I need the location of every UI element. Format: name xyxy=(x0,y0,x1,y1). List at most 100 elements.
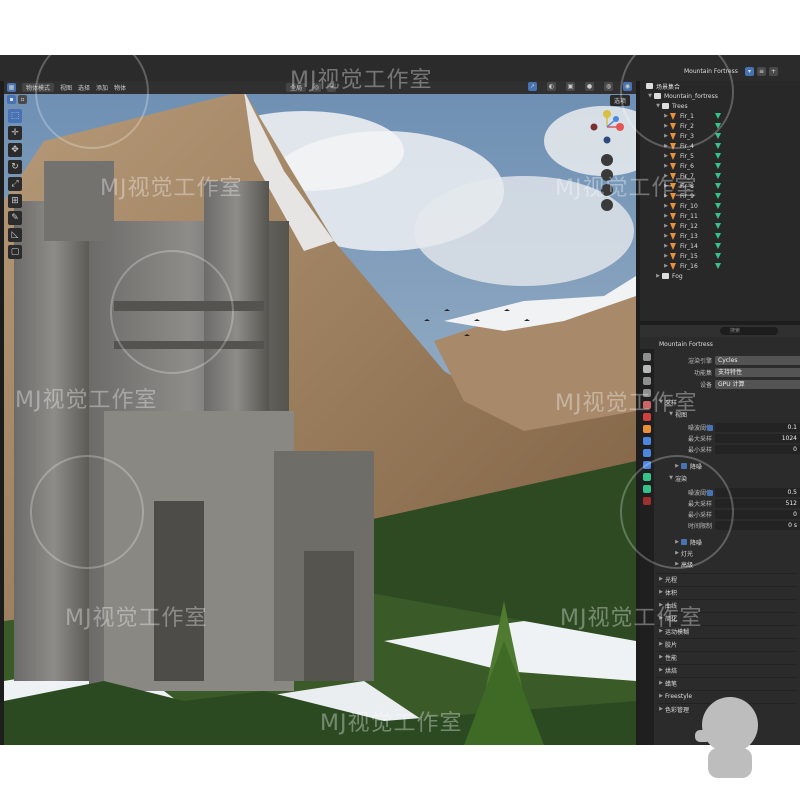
expand-icon[interactable]: ▶ xyxy=(662,193,670,199)
expand-icon[interactable]: ▶ xyxy=(662,243,670,249)
properties-panel-header[interactable]: ▶ 简化 xyxy=(657,612,797,623)
viewport-sampling-label: 视图 xyxy=(675,411,688,419)
expand-icon[interactable]: ▶ xyxy=(662,173,670,179)
feature-set-dropdown[interactable]: 支持特性 xyxy=(715,368,800,377)
visibility-icon[interactable] xyxy=(715,173,721,179)
outliner-tree-item[interactable]: ▶ Fir_10 xyxy=(640,201,800,211)
noise-threshold-checkbox[interactable] xyxy=(707,424,713,431)
viewport-max-samples-field[interactable]: 1024 xyxy=(715,434,800,443)
overlay-icon[interactable]: ◐ xyxy=(547,82,556,91)
properties-panel-header[interactable]: ▶ 胶片 xyxy=(657,638,797,649)
properties-panel-header[interactable]: ▶ 光程 xyxy=(657,573,797,584)
viewport-sampling-header[interactable]: ▼ 视图 xyxy=(667,409,800,419)
expand-icon[interactable]: ▶ xyxy=(662,153,670,159)
outliner-tree-item[interactable]: ▶ Fir_6 xyxy=(640,161,800,171)
tree-object-icon xyxy=(670,212,676,220)
expand-icon[interactable]: ▶ xyxy=(662,253,670,259)
visibility-icon[interactable] xyxy=(715,193,721,199)
snap-icon[interactable]: ⌖ xyxy=(327,83,337,92)
visibility-icon[interactable] xyxy=(715,133,721,139)
select-box-icon[interactable]: ⬚ xyxy=(8,109,22,123)
properties-panel-header[interactable]: ▶ 运动模糊 xyxy=(657,625,797,636)
outliner-tree-item[interactable]: ▶ Fir_16 xyxy=(640,261,800,271)
view-layer-tab-icon[interactable] xyxy=(643,389,651,397)
transform-orientation-dropdown[interactable]: 全局 xyxy=(286,83,307,92)
particles-tab-icon[interactable] xyxy=(643,449,651,457)
output-tab-icon[interactable] xyxy=(643,377,651,385)
outliner-tree-item[interactable]: ▶ Fir_15 xyxy=(640,251,800,261)
expand-icon[interactable]: ▶ xyxy=(662,233,670,239)
add-cube-icon[interactable]: ▢ xyxy=(8,245,22,259)
expand-icon[interactable]: ▶ xyxy=(654,273,662,279)
gizmo-toggle-icon[interactable]: ↗ xyxy=(528,82,537,91)
pivot-icon[interactable]: ◎ xyxy=(312,83,322,92)
expand-icon[interactable]: ▶ xyxy=(662,163,670,169)
object-tab-icon[interactable] xyxy=(643,425,651,433)
properties-panel-header[interactable]: ▶ 体积 xyxy=(657,586,797,597)
tree-object-label: Fir_10 xyxy=(680,202,698,210)
watermark-mascot-icon xyxy=(695,697,758,778)
render-engine-dropdown[interactable]: Cycles xyxy=(715,356,800,365)
device-dropdown[interactable]: GPU 计算 xyxy=(715,380,800,389)
properties-panel-header[interactable]: ▶ 烘焙 xyxy=(657,664,797,675)
visibility-icon[interactable] xyxy=(715,253,721,259)
visibility-icon[interactable] xyxy=(715,213,721,219)
filter-icon[interactable]: ▾ xyxy=(745,67,754,76)
sampling-panel-header[interactable]: ▼ 采样 xyxy=(657,397,797,407)
editor-type-icon[interactable]: ▦ xyxy=(7,83,16,92)
visibility-icon[interactable] xyxy=(715,243,721,249)
visibility-icon[interactable] xyxy=(715,183,721,189)
properties-panel-header[interactable]: ▶ 曲线 xyxy=(657,599,797,610)
xray-icon[interactable]: ▣ xyxy=(566,82,575,91)
visibility-icon[interactable] xyxy=(715,223,721,229)
move-icon[interactable]: ✥ xyxy=(8,143,22,157)
visibility-icon[interactable] xyxy=(715,263,721,269)
outliner-fog[interactable]: ▶ Fog xyxy=(640,271,800,281)
3d-viewport[interactable]: ▦ 物体模式 视图 选择 添加 物体 全局 ◎ ⌖ ↗ ◐ ▣ ● ◍ ◉ ▪ … xyxy=(4,81,636,745)
scene-tab-icon[interactable] xyxy=(643,401,651,409)
expand-icon[interactable]: ▶ xyxy=(662,213,670,219)
outliner-tree-item[interactable]: ▶ Fir_12 xyxy=(640,221,800,231)
cursor-icon[interactable]: ✛ xyxy=(8,126,22,140)
extend-mode-icon[interactable]: ▫ xyxy=(18,95,27,104)
expand-icon[interactable]: ▶ xyxy=(662,203,670,209)
transform-icon[interactable]: ⊞ xyxy=(8,194,22,208)
outliner-tree-item[interactable]: ▶ Fir_14 xyxy=(640,241,800,251)
measure-icon[interactable]: ◺ xyxy=(8,228,22,242)
outliner-tree-item[interactable]: ▶ Fir_11 xyxy=(640,211,800,221)
visibility-icon[interactable] xyxy=(715,233,721,239)
properties-panel-header[interactable]: ▶ 性能 xyxy=(657,651,797,662)
viewport-noise-threshold-field[interactable]: 0.1 xyxy=(715,423,800,432)
panel-label: 烘焙 xyxy=(665,667,678,675)
sampling-label: 采样 xyxy=(665,399,678,407)
tool-tab-icon[interactable] xyxy=(643,353,651,361)
visibility-icon[interactable] xyxy=(715,203,721,209)
rotate-icon[interactable]: ↻ xyxy=(8,160,22,174)
solid-shading-icon[interactable]: ● xyxy=(585,82,594,91)
material-shading-icon[interactable]: ◍ xyxy=(604,82,613,91)
navigation-gizmo[interactable] xyxy=(582,107,632,237)
properties-panel-header[interactable]: ▶ 蜡笔 xyxy=(657,677,797,688)
outliner-tree-item[interactable]: ▶ Fir_9 xyxy=(640,191,800,201)
viewport-min-samples-field[interactable]: 0 xyxy=(715,445,800,454)
expand-icon[interactable]: ▶ xyxy=(662,183,670,189)
visibility-icon[interactable] xyxy=(715,163,721,169)
annotate-icon[interactable]: ✎ xyxy=(8,211,22,225)
world-tab-icon[interactable] xyxy=(643,413,651,421)
scene-name-row: Mountain Fortress xyxy=(655,339,800,350)
render-tab-icon[interactable] xyxy=(643,365,651,373)
scale-icon[interactable]: ⤢ xyxy=(8,177,22,191)
outliner-tree-item[interactable]: ▶ Fir_8 xyxy=(640,181,800,191)
outliner-tree-item[interactable]: ▶ Fir_5 xyxy=(640,151,800,161)
expand-icon: ▶ xyxy=(659,615,663,621)
modifier-tab-icon[interactable] xyxy=(643,437,651,445)
outliner-tree-item[interactable]: ▶ Fir_7 xyxy=(640,171,800,181)
outliner-tree-item[interactable]: ▶ Fir_13 xyxy=(640,231,800,241)
expand-icon[interactable]: ▶ xyxy=(662,223,670,229)
new-layer-icon[interactable]: + xyxy=(769,67,778,76)
select-mode-icon[interactable]: ▪ xyxy=(7,95,16,104)
visibility-icon[interactable] xyxy=(715,143,721,149)
expand-icon[interactable]: ▶ xyxy=(662,263,670,269)
view-layer-icon[interactable]: ≡ xyxy=(757,67,766,76)
visibility-icon[interactable] xyxy=(715,153,721,159)
